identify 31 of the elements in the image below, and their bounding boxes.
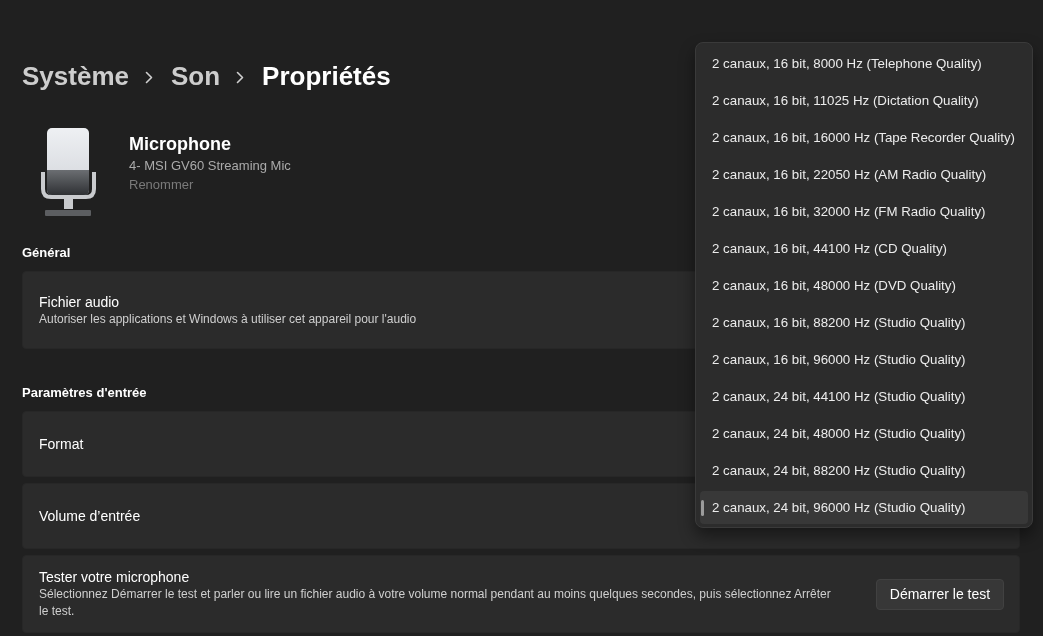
section-heading: Général [22, 244, 71, 262]
selection-indicator-icon [701, 500, 704, 516]
card-title: Fichier audio [39, 292, 120, 311]
breadcrumb-link[interactable]: Son [170, 56, 221, 96]
format-option[interactable]: 2 canaux, 16 bit, 16000 Hz (Tape Recorder Quality) [700, 121, 1028, 154]
format-option[interactable]: 2 canaux, 24 bit, 88200 Hz (Studio Quality) [700, 454, 1028, 487]
microphone-icon [40, 128, 97, 216]
format-option[interactable]: 2 canaux, 16 bit, 11025 Hz (Dictation Quality) [700, 84, 1028, 117]
section-heading: Paramètres d'entrée [22, 384, 147, 402]
card-description: Sélectionnez Démarrer le test et parler ou lire un fichier audio à votre volume normal pendant au moins quelques secondes, puis sélectionnez Arrêter le test. [39, 586, 832, 620]
format-option[interactable]: 2 canaux, 16 bit, 8000 Hz (Telephone Quality) [700, 47, 1028, 80]
format-option[interactable]: 2 canaux, 16 bit, 88200 Hz (Studio Quality) [700, 306, 1028, 339]
format-option[interactable]: 2 canaux, 16 bit, 44100 Hz (CD Quality) [700, 232, 1028, 265]
device-name: Microphone [129, 133, 231, 155]
format-option[interactable]: 2 canaux, 24 bit, 44100 Hz (Studio Quality) [700, 380, 1028, 413]
start-test-button[interactable]: Démarrer le test [876, 578, 1004, 610]
format-option[interactable]: 2 canaux, 24 bit, 48000 Hz (Studio Quality) [700, 417, 1028, 450]
chevron-right-icon [236, 70, 245, 84]
format-option[interactable]: 2 canaux, 16 bit, 96000 Hz (Studio Quality) [700, 343, 1028, 376]
format-option[interactable]: 2 canaux, 16 bit, 32000 Hz (FM Radio Quality) [700, 195, 1028, 228]
format-option[interactable]: 2 canaux, 24 bit, 96000 Hz (Studio Quality) [700, 491, 1028, 524]
format-option[interactable]: 2 canaux, 16 bit, 22050 Hz (AM Radio Quality) [700, 158, 1028, 191]
card-title: Volume d’entrée [39, 507, 141, 525]
card-description: Autoriser les applications et Windows à utiliser cet appareil pour l'audio [39, 310, 417, 328]
breadcrumb-link[interactable]: Système [22, 56, 129, 96]
card-title: Tester votre microphone [39, 568, 190, 586]
card-title: Format [39, 435, 84, 453]
breadcrumb-current: Propriétés [262, 60, 391, 93]
device-model: 4- MSI GV60 Streaming Mic [129, 157, 291, 175]
chevron-right-icon [144, 70, 153, 84]
format-option[interactable]: 2 canaux, 16 bit, 48000 Hz (DVD Quality) [700, 269, 1028, 302]
